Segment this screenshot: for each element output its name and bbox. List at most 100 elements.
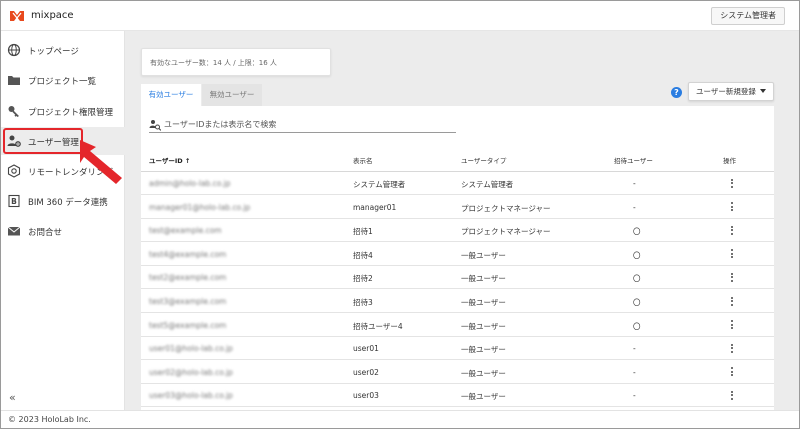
b-box-icon: B: [8, 194, 20, 208]
user-type-cell: 一般ユーザー: [461, 368, 506, 378]
table-row: test@example.com 招待1 プロジェクトマネージャー 〇: [141, 219, 774, 243]
copyright-text: © 2023 HoloLab Inc.: [8, 415, 91, 424]
table-row: user01@holo-lab.co.jp user01 一般ユーザー -: [141, 337, 774, 361]
display-name-cell: user03: [353, 391, 379, 401]
more-actions-icon[interactable]: [727, 271, 737, 284]
display-name-cell: user01: [353, 344, 379, 354]
sidebar-item-label: BIM 360 データ連携: [28, 198, 108, 208]
user-type-cell: 一般ユーザー: [461, 274, 506, 284]
more-actions-icon[interactable]: [727, 201, 737, 214]
collapse-sidebar-button[interactable]: «: [9, 391, 16, 404]
user-id-cell: test@example.com: [149, 226, 222, 236]
display-name-cell: user02: [353, 367, 379, 377]
invited-cell: 〇: [633, 321, 641, 331]
user-type-cell: 一般ユーザー: [461, 298, 506, 307]
more-actions-icon[interactable]: [727, 224, 737, 237]
main-content: 有効なユーザー数：14 人 / 上限：16 人 有効ユーザー 無効ユーザー ? …: [125, 31, 799, 410]
user-id-cell: test4@example.com: [149, 249, 227, 259]
sidebar-item-projects[interactable]: プロジェクト一覧: [1, 66, 125, 94]
register-user-button[interactable]: ユーザー新規登録: [688, 82, 774, 101]
table-row: manager01@holo-lab.co.jp manager01 プロジェクトマ…: [141, 196, 774, 219]
sidebar-item-label: プロジェクト権限管理: [28, 108, 114, 118]
sidebar: トップページ プロジェクト一覧 プロジェクト権限管理 ユーザー管理 リモートレン…: [1, 31, 125, 410]
display-name-cell: 招待ユーザー4: [353, 321, 403, 331]
invited-cell: 〇: [633, 250, 641, 260]
key-icon: [8, 106, 19, 117]
admin-account-button[interactable]: システム管理者: [711, 7, 785, 25]
display-name-cell: manager01: [353, 202, 397, 212]
user-type-cell: 一般ユーザー: [461, 392, 506, 402]
more-actions-icon[interactable]: [727, 295, 737, 308]
table-row: test2@example.com 招待2 一般ユーザー 〇: [141, 266, 774, 290]
mixpace-logo-icon[interactable]: [9, 10, 25, 22]
user-id-cell: admin@holo-lab.co.jp: [149, 179, 231, 188]
svg-text:B: B: [11, 197, 17, 206]
user-id-cell: test2@example.com: [149, 273, 227, 283]
sidebar-item-bim360[interactable]: B BIM 360 データ連携: [1, 187, 125, 215]
user-type-cell: 一般ユーザー: [461, 321, 506, 331]
footer: © 2023 HoloLab Inc.: [1, 410, 799, 428]
invited-cell: -: [633, 391, 636, 401]
user-type-cell: 一般ユーザー: [461, 250, 506, 260]
column-header-display-name: 表示名: [353, 157, 373, 165]
table-row: admin@holo-lab.co.jp システム管理者 システム管理者 -: [141, 172, 774, 195]
column-header-invited: 招待ユーザー: [614, 157, 653, 165]
table-row: test5@example.com 招待ユーザー4 一般ユーザー 〇: [141, 314, 774, 337]
sidebar-item-remote-rendering[interactable]: リモートレンダリング: [1, 157, 125, 185]
user-type-cell: プロジェクトマネージャー: [461, 203, 551, 213]
hexagon-gear-icon: [7, 164, 21, 178]
help-icon[interactable]: ?: [671, 87, 682, 98]
column-header-actions: 操作: [723, 157, 736, 165]
invited-cell: 〇: [633, 274, 641, 284]
user-table-panel: ユーザーID ↑ 表示名 ユーザータイプ 招待ユーザー 操作 admin@hol…: [141, 106, 774, 410]
more-actions-icon[interactable]: [727, 177, 737, 190]
table-row: user02@holo-lab.co.jp user02 一般ユーザー -: [141, 361, 774, 384]
active-user-count-card: 有効なユーザー数：14 人 / 上限：16 人: [141, 48, 331, 76]
tab-active-users[interactable]: 有効ユーザー: [141, 84, 201, 106]
table-row: test4@example.com 招待4 一般ユーザー 〇: [141, 243, 774, 266]
more-actions-icon[interactable]: [727, 389, 737, 402]
highlight-box: [3, 128, 83, 154]
active-user-count-text: 有効なユーザー数：14 人 / 上限：16 人: [150, 59, 277, 67]
invited-cell: -: [633, 367, 636, 377]
column-header-user-type: ユーザータイプ: [461, 157, 507, 165]
sidebar-item-top-page[interactable]: トップページ: [1, 36, 125, 64]
invited-cell: 〇: [633, 227, 641, 237]
tab-inactive-users[interactable]: 無効ユーザー: [202, 84, 262, 106]
search-input[interactable]: [164, 117, 449, 131]
mail-icon: [7, 226, 21, 236]
register-user-label: ユーザー新規登録: [696, 87, 756, 96]
more-actions-icon[interactable]: [727, 342, 737, 355]
sidebar-item-project-permissions[interactable]: プロジェクト権限管理: [1, 97, 125, 125]
sidebar-item-label: トップページ: [28, 47, 79, 57]
more-actions-icon[interactable]: [727, 248, 737, 261]
display-name-cell: 招待4: [353, 250, 373, 260]
user-search-icon: [149, 120, 161, 131]
invited-cell: -: [633, 202, 636, 212]
user-id-cell: user01@holo-lab.co.jp: [149, 344, 233, 354]
display-name-cell: 招待2: [353, 274, 373, 284]
table-row: test3@example.com 招待3 一般ユーザー 〇: [141, 290, 774, 313]
user-id-cell: user02@holo-lab.co.jp: [149, 367, 233, 377]
sidebar-item-contact[interactable]: お問合せ: [1, 217, 125, 245]
table-row: user03@holo-lab.co.jp user03 一般ユーザー -: [141, 384, 774, 408]
sidebar-item-label: お問合せ: [28, 228, 63, 238]
chevron-down-icon: [760, 89, 766, 93]
display-name-cell: 招待1: [353, 227, 373, 237]
display-name-cell: システム管理者: [353, 180, 406, 189]
user-id-cell: manager01@holo-lab.co.jp: [149, 202, 251, 212]
invited-cell: -: [633, 344, 636, 354]
user-id-cell: user03@holo-lab.co.jp: [149, 391, 233, 401]
folder-icon: [8, 76, 20, 85]
more-actions-icon[interactable]: [727, 366, 737, 379]
invited-cell: 〇: [633, 298, 641, 307]
user-type-cell: システム管理者: [461, 180, 514, 189]
column-header-user-id[interactable]: ユーザーID ↑: [149, 155, 190, 165]
search-field[interactable]: [149, 116, 456, 133]
app-title[interactable]: mixpace: [31, 10, 74, 21]
globe-icon: [7, 43, 21, 57]
user-type-cell: プロジェクトマネージャー: [461, 227, 551, 237]
more-actions-icon[interactable]: [727, 319, 737, 332]
invited-cell: -: [633, 179, 636, 188]
user-id-cell: test3@example.com: [149, 297, 227, 306]
